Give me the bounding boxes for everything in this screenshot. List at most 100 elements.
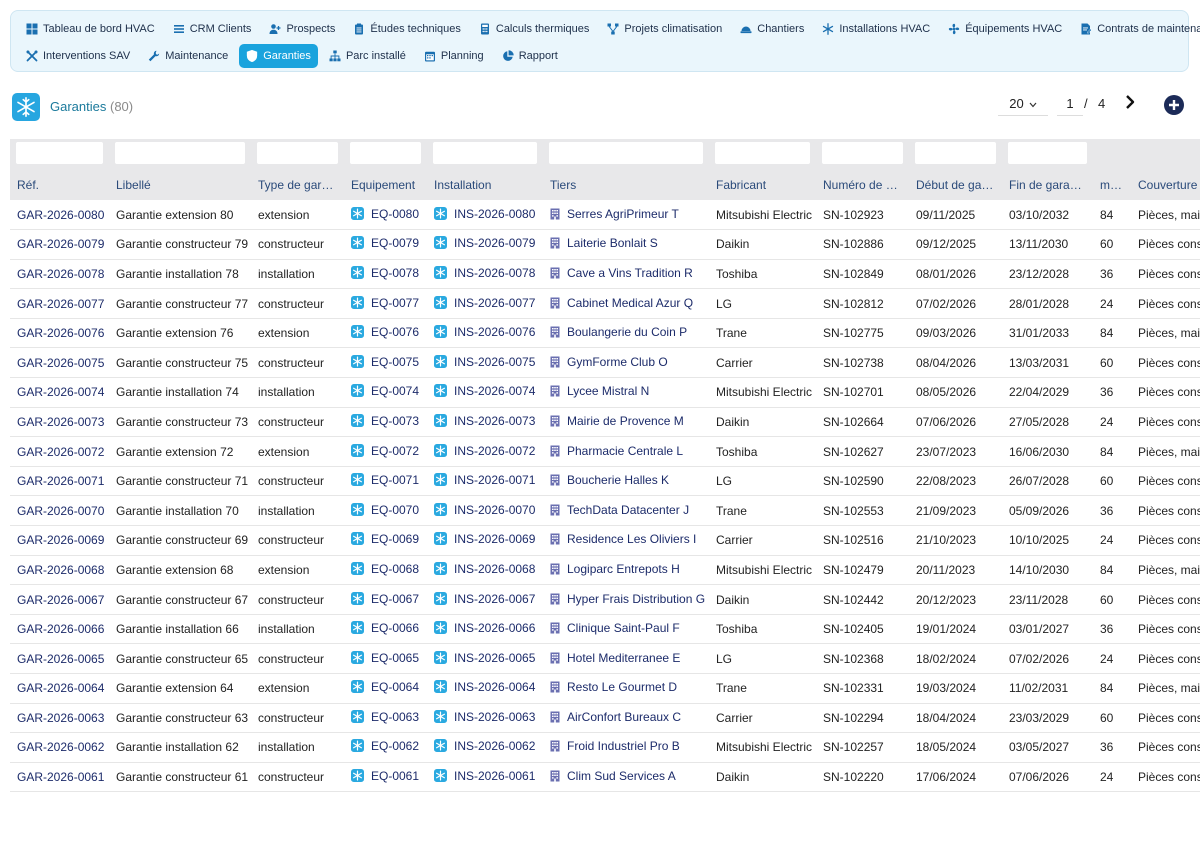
cell-equipment[interactable]: EQ-0074 bbox=[344, 377, 427, 408]
cell-reference[interactable]: GAR-2026-0078 bbox=[10, 259, 109, 290]
cell-installation[interactable]: INS-2026-0069 bbox=[427, 525, 543, 556]
table-row[interactable]: GAR-2026-0074 Garantie installation 74 ins… bbox=[10, 377, 1200, 408]
table-row[interactable]: GAR-2026-0070 Garantie installation 70 ins… bbox=[10, 495, 1200, 527]
cell-installation[interactable]: INS-2026-0064 bbox=[427, 673, 543, 704]
nav-item-shield[interactable]: Garanties bbox=[239, 44, 318, 68]
table-row[interactable]: GAR-2026-0067 Garantie constructeur 67 con… bbox=[10, 584, 1200, 615]
table-row[interactable]: GAR-2026-0069 Garantie constructeur 69 con… bbox=[10, 525, 1200, 556]
cell-equipment[interactable]: EQ-0080 bbox=[344, 200, 427, 231]
table-row[interactable]: GAR-2026-0063 Garantie constructeur 63 con… bbox=[10, 703, 1200, 734]
cell-reference[interactable]: GAR-2026-0075 bbox=[10, 347, 109, 379]
cell-third-party[interactable]: Mairie de Provence M bbox=[543, 407, 709, 438]
cell-reference[interactable]: GAR-2026-0066 bbox=[10, 614, 109, 645]
table-row[interactable]: GAR-2026-0073 Garantie constructeur 73 con… bbox=[10, 407, 1200, 438]
column-filter-input[interactable] bbox=[350, 142, 421, 164]
table-row[interactable]: GAR-2026-0061 Garantie constructeur 61 con… bbox=[10, 762, 1200, 793]
cell-installation[interactable]: INS-2026-0065 bbox=[427, 643, 543, 674]
table-row[interactable]: GAR-2026-0068 Garantie extension 68 extens… bbox=[10, 555, 1200, 586]
cell-reference[interactable]: GAR-2026-0069 bbox=[10, 525, 109, 556]
nav-item-tools[interactable]: Interventions SAV bbox=[19, 44, 137, 68]
cell-reference[interactable]: GAR-2026-0077 bbox=[10, 288, 109, 319]
cell-equipment[interactable]: EQ-0070 bbox=[344, 495, 427, 527]
cell-installation[interactable]: INS-2026-0074 bbox=[427, 377, 543, 408]
nav-item-calendar[interactable]: Planning bbox=[417, 44, 491, 68]
cell-installation[interactable]: INS-2026-0075 bbox=[427, 347, 543, 379]
column-filter-input[interactable] bbox=[16, 142, 103, 164]
table-row[interactable]: GAR-2026-0066 Garantie installation 66 ins… bbox=[10, 614, 1200, 645]
cell-reference[interactable]: GAR-2026-0074 bbox=[10, 377, 109, 408]
cell-third-party[interactable]: Lycee Mistral N bbox=[543, 377, 709, 408]
column-header[interactable]: Installation bbox=[427, 169, 543, 200]
cell-equipment[interactable]: EQ-0066 bbox=[344, 614, 427, 645]
cell-equipment[interactable]: EQ-0073 bbox=[344, 407, 427, 438]
column-filter-input[interactable] bbox=[257, 142, 338, 164]
table-row[interactable]: GAR-2026-0065 Garantie constructeur 65 con… bbox=[10, 643, 1200, 674]
nav-item-fan[interactable]: Équipements HVAC bbox=[941, 17, 1069, 41]
cell-reference[interactable]: GAR-2026-0073 bbox=[10, 407, 109, 438]
column-filter-input[interactable] bbox=[549, 142, 703, 164]
column-filter-input[interactable] bbox=[915, 142, 996, 164]
cell-reference[interactable]: GAR-2026-0063 bbox=[10, 703, 109, 734]
cell-third-party[interactable]: Resto Le Gourmet D bbox=[543, 673, 709, 704]
cell-reference[interactable]: GAR-2026-0068 bbox=[10, 555, 109, 586]
nav-item-wrench[interactable]: Maintenance bbox=[141, 44, 235, 68]
nav-item-contract[interactable]: Contrats de maintenance bbox=[1073, 17, 1200, 41]
column-header[interactable]: Equipement bbox=[344, 169, 427, 200]
cell-equipment[interactable]: EQ-0076 bbox=[344, 318, 427, 349]
column-header[interactable]: Fabricant bbox=[709, 169, 816, 200]
cell-equipment[interactable]: EQ-0065 bbox=[344, 643, 427, 674]
cell-equipment[interactable]: EQ-0078 bbox=[344, 259, 427, 290]
nav-item-project[interactable]: Projets climatisation bbox=[600, 17, 729, 41]
cell-third-party[interactable]: Froid Industriel Pro B bbox=[543, 732, 709, 763]
column-filter-input[interactable] bbox=[433, 142, 537, 164]
cell-equipment[interactable]: EQ-0075 bbox=[344, 347, 427, 379]
cell-equipment[interactable]: EQ-0069 bbox=[344, 525, 427, 556]
cell-installation[interactable]: INS-2026-0061 bbox=[427, 762, 543, 793]
cell-installation[interactable]: INS-2026-0066 bbox=[427, 614, 543, 645]
nav-item-snowflake[interactable]: Installations HVAC bbox=[815, 17, 937, 41]
nav-item-calculator[interactable]: Calculs thermiques bbox=[472, 17, 597, 41]
cell-third-party[interactable]: TechData Datacenter J bbox=[543, 495, 709, 527]
cell-third-party[interactable]: Hyper Frais Distribution G bbox=[543, 584, 709, 615]
cell-installation[interactable]: INS-2026-0072 bbox=[427, 436, 543, 467]
cell-installation[interactable]: INS-2026-0070 bbox=[427, 495, 543, 527]
cell-third-party[interactable]: Cabinet Medical Azur Q bbox=[543, 288, 709, 319]
next-page-icon[interactable] bbox=[1123, 94, 1137, 110]
nav-item-user-plus[interactable]: Prospects bbox=[262, 17, 342, 41]
cell-third-party[interactable]: Laiterie Bonlait S bbox=[543, 229, 709, 260]
column-filter-input[interactable] bbox=[715, 142, 810, 164]
table-row[interactable]: GAR-2026-0075 Garantie constructeur 75 con… bbox=[10, 347, 1200, 379]
column-header[interactable]: mois bbox=[1093, 169, 1131, 200]
cell-reference[interactable]: GAR-2026-0070 bbox=[10, 495, 109, 527]
cell-reference[interactable]: GAR-2026-0080 bbox=[10, 200, 109, 231]
column-filter-input[interactable] bbox=[1008, 142, 1087, 164]
cell-installation[interactable]: INS-2026-0076 bbox=[427, 318, 543, 349]
cell-reference[interactable]: GAR-2026-0062 bbox=[10, 732, 109, 763]
column-header[interactable]: Type de garantie bbox=[251, 169, 344, 200]
cell-reference[interactable]: GAR-2026-0072 bbox=[10, 436, 109, 467]
cell-third-party[interactable]: Cave a Vins Tradition R bbox=[543, 259, 709, 290]
column-filter-input[interactable] bbox=[115, 142, 245, 164]
cell-installation[interactable]: INS-2026-0062 bbox=[427, 732, 543, 763]
cell-equipment[interactable]: EQ-0071 bbox=[344, 466, 427, 497]
cell-third-party[interactable]: Pharmacie Centrale L bbox=[543, 436, 709, 467]
table-row[interactable]: GAR-2026-0064 Garantie extension 64 extens… bbox=[10, 673, 1200, 704]
add-record-button[interactable] bbox=[1164, 95, 1184, 115]
cell-installation[interactable]: INS-2026-0067 bbox=[427, 584, 543, 615]
column-filter-input[interactable] bbox=[822, 142, 903, 164]
cell-third-party[interactable]: Clim Sud Services A bbox=[543, 762, 709, 793]
cell-reference[interactable]: GAR-2026-0067 bbox=[10, 584, 109, 615]
cell-installation[interactable]: INS-2026-0071 bbox=[427, 466, 543, 497]
table-row[interactable]: GAR-2026-0076 Garantie extension 76 extens… bbox=[10, 318, 1200, 349]
cell-equipment[interactable]: EQ-0062 bbox=[344, 732, 427, 763]
cell-reference[interactable]: GAR-2026-0071 bbox=[10, 466, 109, 497]
cell-third-party[interactable]: Logiparc Entrepots H bbox=[543, 555, 709, 586]
cell-third-party[interactable]: AirConfort Bureaux C bbox=[543, 703, 709, 734]
cell-installation[interactable]: INS-2026-0068 bbox=[427, 555, 543, 586]
cell-installation[interactable]: INS-2026-0080 bbox=[427, 200, 543, 231]
table-row[interactable]: GAR-2026-0077 Garantie constructeur 77 con… bbox=[10, 288, 1200, 319]
cell-equipment[interactable]: EQ-0072 bbox=[344, 436, 427, 467]
cell-equipment[interactable]: EQ-0067 bbox=[344, 584, 427, 615]
cell-reference[interactable]: GAR-2026-0064 bbox=[10, 673, 109, 704]
nav-item-dashboard[interactable]: Tableau de bord HVAC bbox=[19, 17, 162, 41]
